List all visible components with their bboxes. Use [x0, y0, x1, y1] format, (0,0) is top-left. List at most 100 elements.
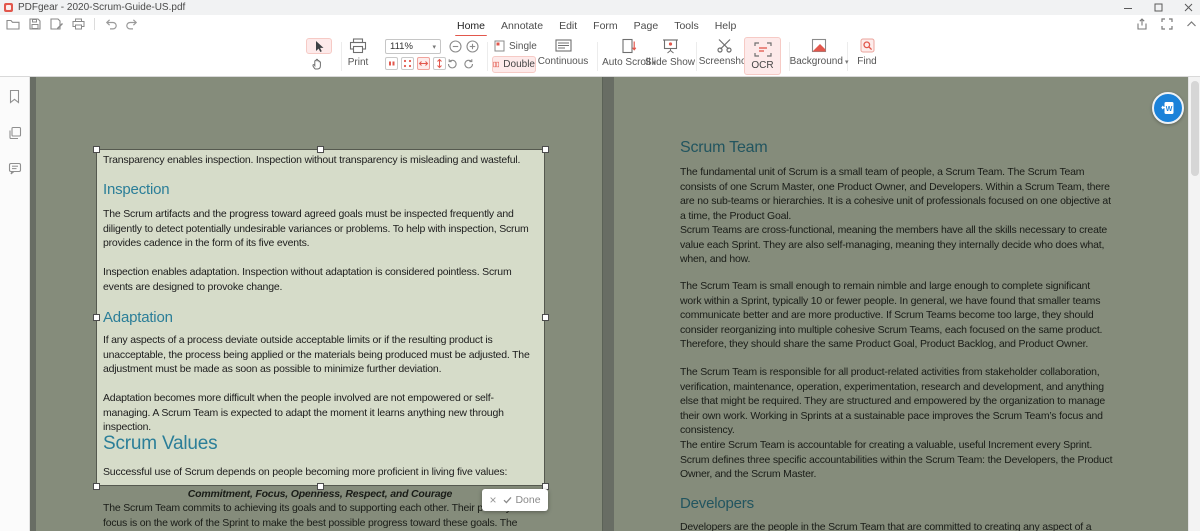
find-label: Find: [857, 56, 877, 67]
ocr-button[interactable]: OCR: [744, 37, 781, 75]
chevron-down-icon: ▾: [432, 43, 436, 51]
fit-page-icon[interactable]: [401, 57, 414, 70]
background-icon: [811, 38, 827, 53]
zoom-level-select[interactable]: 111% ▾: [385, 39, 441, 54]
scrollbar-thumb[interactable]: [1191, 81, 1199, 176]
document-canvas: Transparency enables inspection. Inspect…: [30, 77, 1188, 531]
window-title: PDFgear - 2020-Scrum-Guide-US.pdf: [18, 2, 186, 13]
svg-text:W: W: [1166, 106, 1173, 113]
restore-button[interactable]: [1152, 2, 1164, 14]
thumbnails-panel-icon[interactable]: [8, 126, 22, 140]
slide-show-icon: [662, 39, 678, 54]
screenshot-label: Screenshot: [698, 56, 750, 67]
save-icon[interactable]: [29, 18, 41, 30]
single-page-button[interactable]: Single: [494, 40, 537, 52]
doc-paragraph: Scrum Teams are cross-functional, meanin…: [680, 224, 1108, 265]
minimize-button[interactable]: [1122, 2, 1134, 14]
zoom-out-button[interactable]: [449, 40, 462, 53]
tab-edit[interactable]: Edit: [557, 19, 579, 33]
tab-annotate[interactable]: Annotate: [499, 19, 545, 33]
pdfgear-logo-icon: [4, 3, 13, 12]
share-icon[interactable]: [1136, 18, 1148, 30]
bookmarks-panel-icon[interactable]: [8, 89, 21, 104]
auto-scroll-label: Auto Scroll: [602, 57, 651, 68]
tab-form[interactable]: Form: [591, 19, 620, 33]
hand-tool-button[interactable]: [311, 57, 325, 70]
tab-help[interactable]: Help: [713, 19, 739, 33]
done-button[interactable]: Done: [503, 494, 541, 506]
double-label: Double: [503, 59, 535, 70]
doc-paragraph: The entire Scrum Team is accountable for…: [680, 439, 1113, 480]
background-label: Background: [789, 56, 843, 67]
screenshot-button[interactable]: Screenshot: [698, 38, 750, 67]
print-button[interactable]: Print: [340, 38, 376, 68]
selection-handle-top-left[interactable]: [92, 145, 100, 153]
fit-width-icon[interactable]: [417, 57, 430, 70]
redo-icon[interactable]: [126, 18, 139, 30]
selection-handle-top-middle[interactable]: [317, 145, 324, 153]
selection-handle-top-right[interactable]: [541, 145, 549, 153]
toolbar: Print 111% ▾ Single Double Continuous Au…: [0, 36, 1200, 77]
divider: [94, 18, 95, 30]
divider: [487, 42, 488, 71]
ocr-label: OCR: [751, 59, 774, 71]
tab-page[interactable]: Page: [632, 19, 661, 33]
slide-show-button[interactable]: Slide Show: [644, 38, 696, 68]
selection-handle-middle-left[interactable]: [92, 314, 100, 321]
continuous-label: Continuous: [537, 56, 589, 67]
continuous-button[interactable]: Continuous: [538, 38, 588, 67]
open-file-icon[interactable]: [6, 18, 20, 30]
single-page-icon: [494, 40, 505, 52]
doc-heading-developers: Developers: [680, 495, 754, 512]
check-icon: [503, 496, 512, 504]
zoom-level-value: 111%: [390, 41, 413, 52]
menu-row: Home Annotate Edit Form Page Tools Help: [0, 15, 1200, 37]
search-icon: [860, 38, 874, 53]
doc-paragraph: The Scrum Team commits to achieving its …: [103, 502, 518, 529]
find-button[interactable]: Find: [852, 38, 882, 67]
pdf-to-word-icon: W: [1161, 102, 1174, 114]
navigation-sidebar: [0, 77, 30, 531]
done-label: Done: [515, 494, 541, 506]
pdf-to-word-floating-button[interactable]: W: [1152, 92, 1184, 124]
undo-icon[interactable]: [104, 18, 117, 30]
divider: [696, 42, 697, 71]
auto-scroll-icon: [622, 38, 637, 54]
rotate-left-icon[interactable]: [446, 58, 458, 70]
close-button[interactable]: [1182, 2, 1194, 14]
chevron-down-icon: ▾: [844, 58, 849, 66]
fullscreen-icon[interactable]: [1161, 18, 1173, 30]
comments-panel-icon[interactable]: [8, 162, 22, 175]
double-page-icon: [493, 61, 500, 68]
scissors-icon: [716, 39, 732, 53]
selection-handle-bottom-middle[interactable]: [317, 482, 324, 490]
ribbon-tabs: Home Annotate Edit Form Page Tools Help: [455, 17, 739, 37]
tab-home[interactable]: Home: [455, 19, 488, 37]
doc-paragraph: The Scrum Team is responsible for all pr…: [680, 366, 1106, 436]
ocr-confirm-popup: × Done: [482, 489, 548, 511]
ocr-icon: [753, 41, 772, 57]
background-button[interactable]: Background ▾: [789, 38, 849, 67]
ocr-selection-region[interactable]: [96, 149, 545, 486]
vertical-scrollbar[interactable]: [1188, 77, 1200, 531]
rotate-right-icon[interactable]: [463, 58, 475, 70]
tab-tools[interactable]: Tools: [672, 19, 701, 33]
titlebar: PDFgear - 2020-Scrum-Guide-US.pdf: [0, 0, 1200, 15]
select-tool-button[interactable]: [306, 38, 332, 54]
cancel-ocr-button[interactable]: ×: [489, 494, 496, 506]
single-label: Single: [509, 40, 537, 52]
quick-print-icon[interactable]: [72, 18, 85, 30]
collapse-ribbon-icon[interactable]: [1186, 20, 1197, 28]
save-as-icon[interactable]: [50, 18, 63, 30]
actual-size-icon[interactable]: [385, 57, 398, 70]
doc-paragraph: The Scrum Team is small enough to remain…: [680, 280, 1103, 350]
doc-paragraph: The fundamental unit of Scrum is a small…: [680, 166, 1111, 222]
slide-show-label: Slide Show: [644, 57, 696, 68]
doc-paragraph: Developers are the people in the Scrum T…: [680, 521, 1092, 531]
fit-height-icon[interactable]: [433, 57, 446, 70]
zoom-in-button[interactable]: [466, 40, 479, 53]
selection-handle-middle-right[interactable]: [541, 314, 549, 321]
double-page-button[interactable]: Double: [492, 56, 536, 73]
selection-handle-bottom-left[interactable]: [92, 482, 100, 490]
printer-icon: [349, 38, 367, 54]
